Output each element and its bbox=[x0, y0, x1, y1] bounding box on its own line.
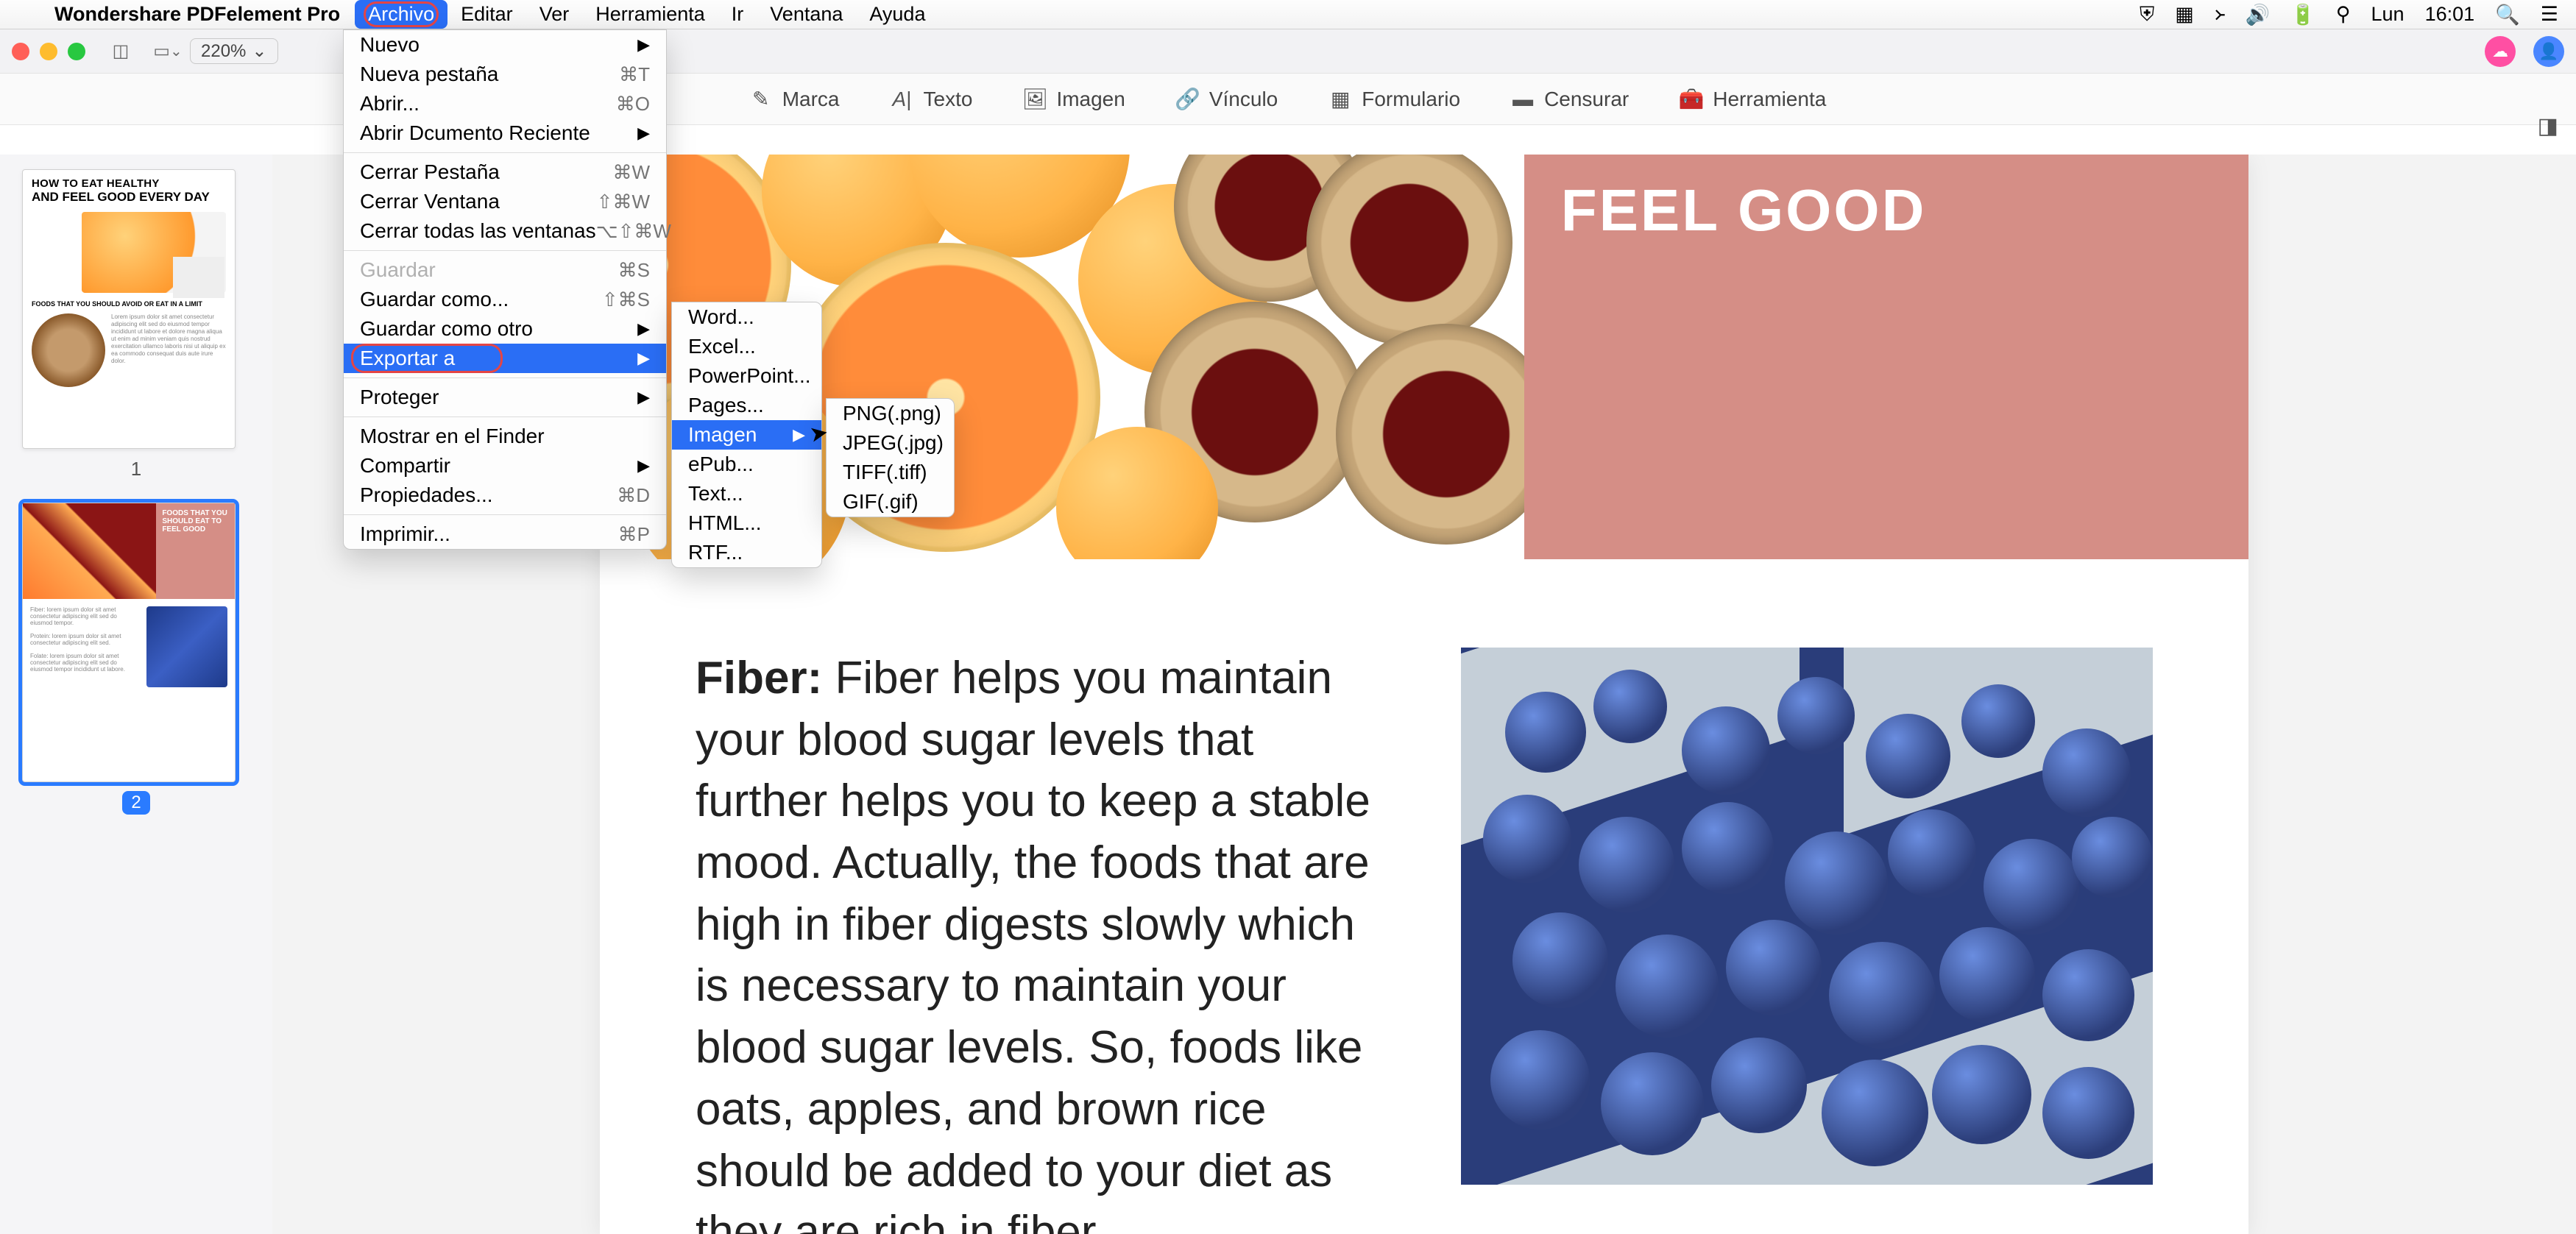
cloud-sync-icon[interactable]: ☁ bbox=[2485, 36, 2516, 67]
page-thumbnail-1[interactable]: HOW TO EAT HEALTHY AND FEEL GOOD EVERY D… bbox=[22, 169, 236, 449]
redact-icon: ▬ bbox=[1512, 88, 1534, 110]
export-item-powerpoint[interactable]: PowerPoint... bbox=[672, 361, 821, 391]
sidebar-toggle-icon[interactable]: ◫ bbox=[109, 40, 132, 63]
tool-vinculo[interactable]: 🔗Vínculo bbox=[1177, 88, 1278, 111]
archivo-item-cerrar-ventana[interactable]: Cerrar Ventana⇧⌘W bbox=[344, 187, 666, 216]
archivo-item-nuevo[interactable]: Nuevo▶ bbox=[344, 30, 666, 60]
volume-icon[interactable]: 🔊 bbox=[2245, 3, 2270, 26]
image-format-item-png-png[interactable]: PNG(.png) bbox=[827, 399, 954, 428]
form-icon: ▦ bbox=[1329, 88, 1351, 110]
body-text: Fiber: Fiber helps you maintain your blo… bbox=[696, 648, 1387, 1234]
archivo-item-mostrar-en-el-finder[interactable]: Mostrar en el Finder bbox=[344, 422, 666, 451]
archivo-item-guardar-como[interactable]: Guardar como...⇧⌘S bbox=[344, 285, 666, 314]
tool-marca[interactable]: ✎Marca bbox=[750, 88, 840, 111]
tool-herramienta[interactable]: 🧰Herramienta bbox=[1680, 88, 1826, 111]
export-item-html[interactable]: HTML... bbox=[672, 508, 821, 538]
clock-time[interactable]: 16:01 bbox=[2425, 3, 2475, 26]
search-icon[interactable]: 🔍 bbox=[2495, 3, 2520, 26]
tool-censurar[interactable]: ▬Censurar bbox=[1512, 88, 1629, 111]
zoom-control[interactable]: 220%⌄ bbox=[190, 38, 278, 64]
tool-imagen[interactable]: 🖼Imagen bbox=[1024, 88, 1125, 111]
image-icon: 🖼 bbox=[1024, 88, 1046, 110]
toolbox-icon: 🧰 bbox=[1680, 88, 1702, 110]
hero-pink-panel: FEEL GOOD bbox=[1524, 155, 2248, 559]
export-submenu: Word...Excel...PowerPoint...Pages...Imag… bbox=[671, 302, 822, 568]
archivo-item-cerrar-pesta-a[interactable]: Cerrar Pestaña⌘W bbox=[344, 157, 666, 187]
wifi-icon[interactable]: ⚲ bbox=[2336, 3, 2351, 26]
user-avatar-icon[interactable]: 👤 bbox=[2533, 36, 2564, 67]
right-panel-icon[interactable]: ◨ bbox=[2538, 113, 2558, 139]
tool-formulario[interactable]: ▦Formulario bbox=[1329, 88, 1460, 111]
menu-ayuda[interactable]: Ayuda bbox=[856, 0, 938, 29]
thumbnail-panel: HOW TO EAT HEALTHY AND FEEL GOOD EVERY D… bbox=[0, 155, 272, 1234]
mac-menubar: Wondershare PDFelement Pro Archivo Edita… bbox=[0, 0, 2576, 29]
archivo-item-proteger[interactable]: Proteger▶ bbox=[344, 383, 666, 412]
image-format-submenu: PNG(.png)JPEG(.jpg)TIFF(.tiff)GIF(.gif) bbox=[826, 398, 955, 517]
tool-texto[interactable]: A|Texto bbox=[891, 88, 973, 111]
page-thumbnail-2[interactable]: FOODS THAT YOU SHOULD EAT TO FEEL GOOD F… bbox=[22, 503, 236, 782]
blueberry-image bbox=[1461, 648, 2153, 1185]
menu-ver[interactable]: Ver bbox=[526, 0, 583, 29]
hero-title: FEEL GOOD bbox=[1561, 177, 2212, 244]
page-number-1: 1 bbox=[22, 458, 250, 481]
thumb2-pink-panel: FOODS THAT YOU SHOULD EAT TO FEEL GOOD bbox=[156, 503, 235, 599]
export-item-imagen[interactable]: Imagen▶ bbox=[672, 420, 821, 450]
pencil-icon: ✎ bbox=[750, 88, 772, 110]
grid-icon[interactable]: ▦ bbox=[2175, 3, 2194, 26]
app-name: Wondershare PDFelement Pro bbox=[40, 3, 355, 26]
thumb1-subheading: AND FEEL GOOD EVERY DAY bbox=[23, 190, 235, 209]
archivo-item-nueva-pesta-a[interactable]: Nueva pestaña⌘T bbox=[344, 60, 666, 89]
archivo-item-cerrar-todas-las-ventanas[interactable]: Cerrar todas las ventanas⌥⇧⌘W bbox=[344, 216, 666, 246]
fullscreen-button[interactable] bbox=[68, 43, 85, 60]
pdf-page: FEEL GOOD Fiber: Fiber helps you maintai… bbox=[600, 155, 2248, 1234]
menu-ir[interactable]: Ir bbox=[718, 0, 757, 29]
image-format-item-jpeg-jpg[interactable]: JPEG(.jpg) bbox=[827, 428, 954, 458]
control-center-icon[interactable]: ☰ bbox=[2541, 3, 2558, 26]
minimize-button[interactable] bbox=[40, 43, 57, 60]
archivo-item-propiedades[interactable]: Propiedades...⌘D bbox=[344, 481, 666, 510]
export-item-pages[interactable]: Pages... bbox=[672, 391, 821, 420]
link-icon: 🔗 bbox=[1177, 88, 1199, 110]
archivo-item-compartir[interactable]: Compartir▶ bbox=[344, 451, 666, 481]
thumb2-fruit-image bbox=[23, 503, 156, 599]
menu-ventana[interactable]: Ventana bbox=[757, 0, 856, 29]
bluetooth-icon[interactable]: ᚛ bbox=[2215, 3, 2225, 26]
thumb1-heading: HOW TO EAT HEALTHY bbox=[23, 170, 235, 190]
menu-herramienta[interactable]: Herramienta bbox=[582, 0, 718, 29]
view-mode-icon[interactable]: ▭⌄ bbox=[156, 40, 180, 63]
archivo-item-imprimir[interactable]: Imprimir...⌘P bbox=[344, 520, 666, 549]
thumb1-sidebar-graphic bbox=[173, 257, 224, 298]
fiber-label: Fiber: bbox=[696, 653, 822, 703]
thumb2-blueberry-image bbox=[146, 606, 227, 687]
export-item-word[interactable]: Word... bbox=[672, 302, 821, 332]
archivo-item-guardar[interactable]: Guardar⌘S bbox=[344, 255, 666, 285]
clock-day[interactable]: Lun bbox=[2371, 3, 2405, 26]
export-item-text[interactable]: Text... bbox=[672, 479, 821, 508]
archivo-item-guardar-como-otro[interactable]: Guardar como otro▶ bbox=[344, 314, 666, 344]
page-number-2: 2 bbox=[122, 791, 150, 815]
image-format-item-gif-gif[interactable]: GIF(.gif) bbox=[827, 487, 954, 517]
body-columns: Fiber: Fiber helps you maintain your blo… bbox=[600, 559, 2248, 1234]
menu-editar[interactable]: Editar bbox=[447, 0, 526, 29]
archivo-item-exportar-a[interactable]: Exportar a▶ bbox=[344, 344, 666, 373]
fiber-text: Fiber helps you maintain your blood suga… bbox=[696, 653, 1370, 1234]
archivo-item-abrir-dcumento-reciente[interactable]: Abrir Dcumento Reciente▶ bbox=[344, 118, 666, 148]
export-item-excel[interactable]: Excel... bbox=[672, 332, 821, 361]
battery-icon[interactable]: 🔋 bbox=[2290, 3, 2315, 26]
archivo-item-abrir[interactable]: Abrir...⌘O bbox=[344, 89, 666, 118]
text-icon: A| bbox=[891, 88, 913, 110]
menu-archivo[interactable]: Archivo bbox=[355, 0, 447, 29]
archivo-dropdown: Nuevo▶Nueva pestaña⌘TAbrir...⌘OAbrir Dcu… bbox=[343, 29, 667, 550]
shield-icon[interactable]: ⛨ bbox=[2140, 3, 2154, 26]
export-item-rtf[interactable]: RTF... bbox=[672, 538, 821, 567]
image-format-item-tiff-tiff[interactable]: TIFF(.tiff) bbox=[827, 458, 954, 487]
export-item-epub[interactable]: ePub... bbox=[672, 450, 821, 479]
close-button[interactable] bbox=[12, 43, 29, 60]
thumb1-coffee-image bbox=[32, 313, 105, 387]
